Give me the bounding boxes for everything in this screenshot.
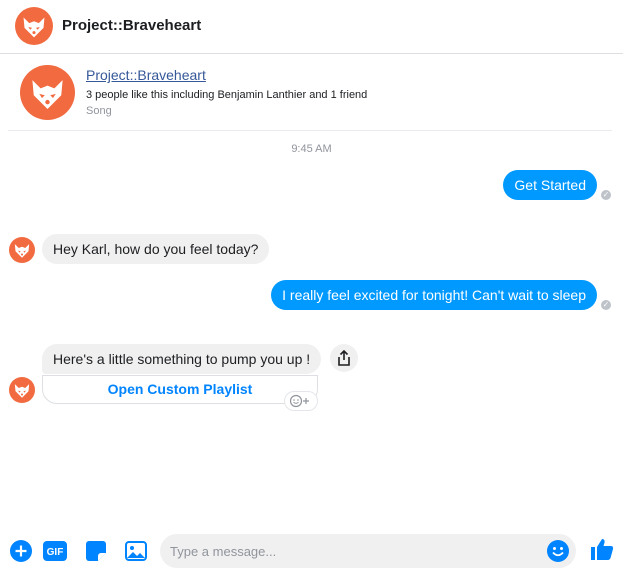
message-input[interactable] [170,534,540,568]
share-button[interactable] [330,344,358,372]
share-icon [338,350,350,366]
gif-label: GIF [47,547,64,558]
emoji-icon[interactable] [547,540,569,562]
message-timestamp: 9:45 AM [291,143,332,155]
chat-header: Project::Braveheart [0,0,623,54]
fox-avatar-icon[interactable] [9,377,35,403]
seen-check-icon: ✓ [601,300,611,310]
gif-icon: GIF [43,541,67,561]
incoming-message[interactable]: Hey Karl, how do you feel today? [42,234,270,264]
add-reaction-button[interactable] [284,391,318,411]
open-playlist-button[interactable]: Open Custom Playlist [42,375,318,404]
page-likes-text: 3 people like this including Benjamin La… [86,89,368,101]
seen-check-icon: ✓ [601,190,611,200]
add-icon [10,540,32,562]
add-button[interactable] [9,539,33,563]
image-button[interactable] [124,539,148,563]
add-reaction-icon [289,394,309,408]
sticker-button[interactable] [84,539,108,563]
like-button[interactable] [589,535,615,563]
sticker-icon [86,541,106,561]
page-name-link[interactable]: Project::Braveheart [86,67,206,83]
fox-avatar-icon[interactable] [20,65,75,120]
message-composer: GIF [0,530,623,573]
thumbs-up-icon [591,539,614,560]
outgoing-message[interactable]: Get Started [503,170,597,200]
message-input-wrapper [160,534,576,568]
chat-title[interactable]: Project::Braveheart [62,17,201,34]
gif-button[interactable]: GIF [43,539,67,563]
fox-avatar-icon[interactable] [9,237,35,263]
page-category: Song [86,105,112,117]
incoming-message[interactable]: Here's a little something to pump you up… [42,344,322,374]
fox-avatar-icon[interactable] [15,7,53,45]
image-icon [125,541,147,561]
page-info-card: Project::Braveheart 3 people like this i… [8,55,612,131]
outgoing-message[interactable]: I really feel excited for tonight! Can't… [271,280,597,310]
